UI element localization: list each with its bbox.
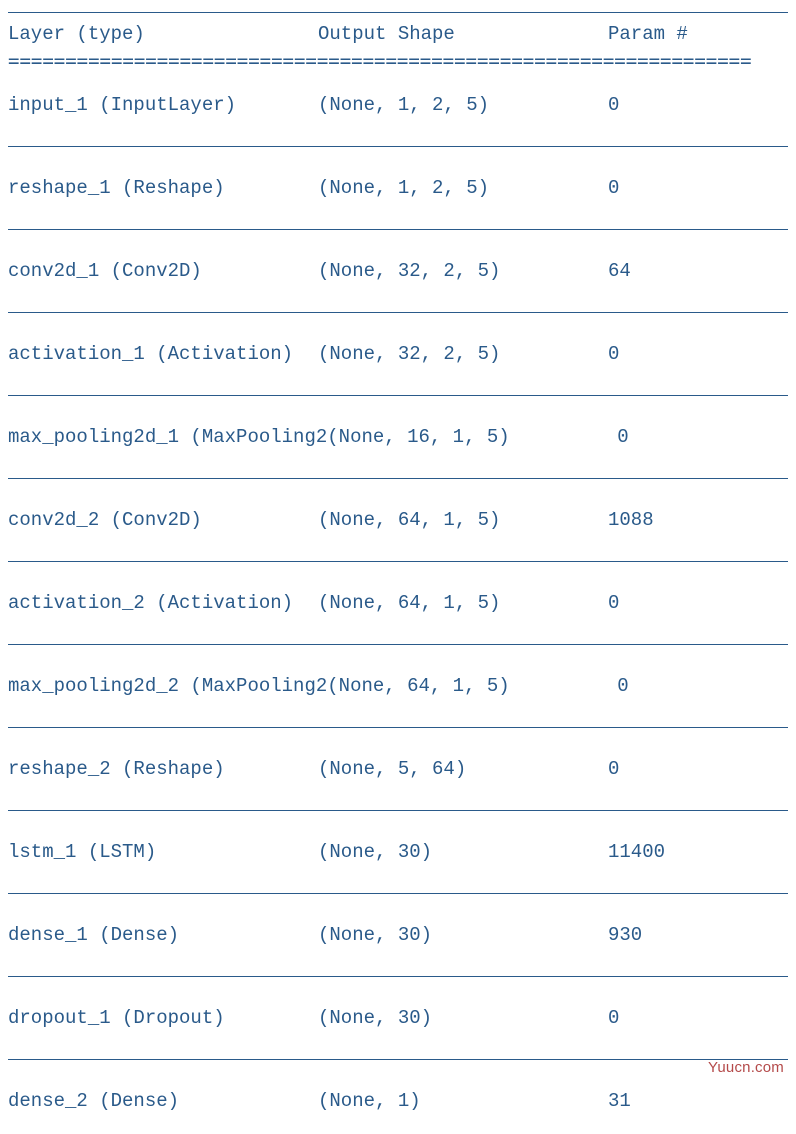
cell-layer-type: activation_1 (Activation) <box>8 343 318 365</box>
model-summary-table: Layer (type) Output Shape Param # ======… <box>8 12 788 1118</box>
header-layer-type: Layer (type) <box>8 23 318 45</box>
cell-output-shape: (None, 30) <box>318 841 608 863</box>
table-row: conv2d_1 (Conv2D)(None, 32, 2, 5)64 <box>8 254 788 288</box>
cell-param-count: 11400 <box>608 841 788 863</box>
cell-param-count: 930 <box>608 924 788 946</box>
cell-output-shape: (None, 1) <box>318 1090 608 1112</box>
cell-param-count: 0 <box>617 426 788 448</box>
cell-layer-type: max_pooling2d_1 (MaxPooling2 <box>8 426 327 448</box>
cell-param-count: 0 <box>608 343 788 365</box>
cell-output-shape: (None, 1, 2, 5) <box>318 177 608 199</box>
cell-output-shape: (None, 30) <box>318 924 608 946</box>
cell-param-count: 0 <box>617 675 788 697</box>
cell-param-count: 0 <box>608 94 788 116</box>
table-header-row: Layer (type) Output Shape Param # <box>8 21 788 51</box>
watermark-text: Yuucn.com <box>708 1059 784 1076</box>
row-rule <box>8 229 788 230</box>
table-row: max_pooling2d_1 (MaxPooling2(None, 16, 1… <box>8 420 788 454</box>
row-rule <box>8 727 788 728</box>
cell-output-shape: (None, 32, 2, 5) <box>318 343 608 365</box>
cell-layer-type: dense_1 (Dense) <box>8 924 318 946</box>
row-rule <box>8 312 788 313</box>
cell-layer-type: reshape_2 (Reshape) <box>8 758 318 780</box>
table-row: reshape_2 (Reshape)(None, 5, 64)0 <box>8 752 788 786</box>
header-output-shape: Output Shape <box>318 23 608 45</box>
cell-output-shape: (None, 64, 1, 5) <box>318 592 608 614</box>
top-rule <box>8 12 788 13</box>
table-row: conv2d_2 (Conv2D)(None, 64, 1, 5)1088 <box>8 503 788 537</box>
row-rule <box>8 561 788 562</box>
cell-layer-type: dense_2 (Dense) <box>8 1090 318 1112</box>
cell-output-shape: (None, 5, 64) <box>318 758 608 780</box>
table-body: input_1 (InputLayer)(None, 1, 2, 5)0resh… <box>8 88 788 1118</box>
row-rule <box>8 146 788 147</box>
cell-output-shape: (None, 1, 2, 5) <box>318 94 608 116</box>
cell-param-count: 0 <box>608 592 788 614</box>
cell-layer-type: dropout_1 (Dropout) <box>8 1007 318 1029</box>
cell-param-count: 1088 <box>608 509 788 531</box>
cell-layer-type: reshape_1 (Reshape) <box>8 177 318 199</box>
table-row: dropout_1 (Dropout)(None, 30)0 <box>8 1001 788 1035</box>
table-row: reshape_1 (Reshape)(None, 1, 2, 5)0 <box>8 171 788 205</box>
table-row: dense_1 (Dense)(None, 30)930 <box>8 918 788 952</box>
table-row: dense_2 (Dense)(None, 1)31 <box>8 1084 788 1118</box>
cell-output-shape: (None, 64, 1, 5) <box>318 509 608 531</box>
cell-layer-type: max_pooling2d_2 (MaxPooling2 <box>8 675 327 697</box>
cell-layer-type: conv2d_1 (Conv2D) <box>8 260 318 282</box>
cell-output-shape: (None, 16, 1, 5) <box>327 426 617 448</box>
cell-layer-type: conv2d_2 (Conv2D) <box>8 509 318 531</box>
header-param-count: Param # <box>608 23 788 45</box>
cell-param-count: 0 <box>608 758 788 780</box>
table-row: input_1 (InputLayer)(None, 1, 2, 5)0 <box>8 88 788 122</box>
cell-layer-type: activation_2 (Activation) <box>8 592 318 614</box>
row-rule <box>8 1059 788 1060</box>
row-rule <box>8 976 788 977</box>
row-rule <box>8 395 788 396</box>
table-row: lstm_1 (LSTM)(None, 30)11400 <box>8 835 788 869</box>
cell-param-count: 31 <box>608 1090 788 1112</box>
cell-output-shape: (None, 32, 2, 5) <box>318 260 608 282</box>
row-rule <box>8 893 788 894</box>
table-row: activation_1 (Activation)(None, 32, 2, 5… <box>8 337 788 371</box>
row-rule <box>8 644 788 645</box>
cell-layer-type: lstm_1 (LSTM) <box>8 841 318 863</box>
header-double-rule: ========================================… <box>8 51 788 72</box>
table-row: activation_2 (Activation)(None, 64, 1, 5… <box>8 586 788 620</box>
cell-output-shape: (None, 30) <box>318 1007 608 1029</box>
cell-layer-type: input_1 (InputLayer) <box>8 94 318 116</box>
cell-param-count: 64 <box>608 260 788 282</box>
cell-output-shape: (None, 64, 1, 5) <box>327 675 617 697</box>
cell-param-count: 0 <box>608 1007 788 1029</box>
cell-param-count: 0 <box>608 177 788 199</box>
row-rule <box>8 478 788 479</box>
table-row: max_pooling2d_2 (MaxPooling2(None, 64, 1… <box>8 669 788 703</box>
row-rule <box>8 810 788 811</box>
